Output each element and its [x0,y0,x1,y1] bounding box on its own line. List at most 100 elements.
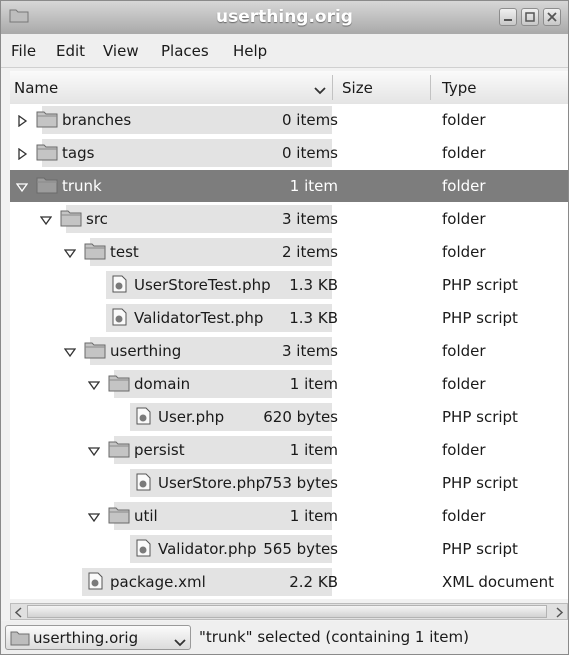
item-type: folder [442,441,486,459]
folder-row[interactable]: tags 0 items folder [10,137,568,169]
menu-bar: File Edit View Places Help [1,34,568,68]
item-size: 2 items [281,243,338,261]
item-size: 565 bytes [263,540,338,558]
item-type: folder [442,210,486,228]
item-size: 1.3 KB [289,309,338,327]
file-tree[interactable]: branches 0 items folder tags 0 items folder tr… [10,104,568,599]
file-row[interactable]: ValidatorTest.php 1.3 KB PHP script [10,302,568,334]
document-icon [132,407,154,425]
expander-expanded-icon[interactable] [87,377,101,391]
folder-icon [36,176,58,194]
document-icon [108,275,130,293]
menu-edit[interactable]: Edit [56,42,85,60]
item-type: PHP script [442,408,518,426]
item-type: PHP script [442,309,518,327]
item-type: folder [442,243,486,261]
folder-row[interactable]: userthing 3 items folder [10,335,568,367]
item-name[interactable]: UserStoreTest.php [134,276,271,294]
column-name-header[interactable]: Name [14,79,58,97]
item-type: PHP script [442,276,518,294]
location-button[interactable]: userthing.orig [5,625,191,650]
scroll-left-icon[interactable] [12,605,26,618]
item-name[interactable]: User.php [158,408,224,426]
folder-row[interactable]: branches 0 items folder [10,104,568,136]
item-name[interactable]: persist [134,441,185,459]
item-size: 3 items [281,210,338,228]
menu-places[interactable]: Places [161,42,209,60]
scroll-right-icon[interactable] [552,605,566,618]
item-type: XML document [442,573,555,591]
item-size: 753 bytes [263,474,338,492]
item-name[interactable]: domain [134,375,190,393]
location-label: userthing.orig [33,629,139,647]
column-separator[interactable] [332,75,333,100]
item-name[interactable]: src [86,210,108,228]
document-icon [132,539,154,557]
folder-row[interactable]: test 2 items folder [10,236,568,268]
item-name[interactable]: ValidatorTest.php [134,309,263,327]
file-row[interactable]: package.xml 2.2 KB XML document [10,566,568,598]
document-icon [132,473,154,491]
item-name[interactable]: trunk [62,177,102,195]
item-name[interactable]: branches [62,111,131,129]
expander-expanded-icon[interactable] [15,179,29,193]
column-size-header[interactable]: Size [342,79,373,97]
file-row[interactable]: Validator.php 565 bytes PHP script [10,533,568,565]
expander-expanded-icon[interactable] [39,212,53,226]
file-manager-window: userthing.orig File Edit View Places Hel… [0,0,569,655]
item-name[interactable]: Validator.php [158,540,257,558]
column-type-header[interactable]: Type [442,79,476,97]
folder-row[interactable]: trunk 1 item folder [10,170,568,202]
item-size: 1.3 KB [289,276,338,294]
sort-chevron-down-icon[interactable] [314,82,326,100]
folder-icon [84,242,106,260]
folder-row[interactable]: persist 1 item folder [10,434,568,466]
folder-row[interactable]: src 3 items folder [10,203,568,235]
maximize-button[interactable] [521,8,539,26]
window-title: userthing.orig [216,7,353,27]
item-size: 1 item [289,177,338,195]
item-name[interactable]: userthing [110,342,181,360]
horizontal-scrollbar[interactable] [10,603,568,620]
menu-file[interactable]: File [11,42,36,60]
minimize-button[interactable] [499,8,517,26]
item-name[interactable]: test [110,243,139,261]
item-name[interactable]: util [134,507,158,525]
item-type: PHP script [442,540,518,558]
menu-view[interactable]: View [103,42,139,60]
expander-expanded-icon[interactable] [63,344,77,358]
item-type: folder [442,111,486,129]
close-button[interactable] [543,8,561,26]
scrollbar-thumb[interactable] [27,605,547,618]
column-separator[interactable] [430,75,431,100]
folder-row[interactable]: util 1 item folder [10,500,568,532]
item-type: folder [442,375,486,393]
item-size: 2.2 KB [289,573,338,591]
item-size: 3 items [281,342,338,360]
file-row[interactable]: User.php 620 bytes PHP script [10,401,568,433]
folder-icon [36,110,58,128]
expander-collapsed-icon[interactable] [16,146,28,161]
file-row[interactable]: UserStore.php 753 bytes PHP script [10,467,568,499]
expander-expanded-icon[interactable] [87,509,101,523]
item-type: folder [442,507,486,525]
folder-icon [108,374,130,392]
expander-expanded-icon[interactable] [63,245,77,259]
expander-expanded-icon[interactable] [87,443,101,457]
expander-collapsed-icon[interactable] [16,113,28,128]
title-bar[interactable]: userthing.orig [1,1,568,34]
item-type: folder [442,144,486,162]
item-size: 620 bytes [263,408,338,426]
folder-icon [108,506,130,524]
file-row[interactable]: UserStoreTest.php 1.3 KB PHP script [10,269,568,301]
item-name[interactable]: tags [62,144,94,162]
item-size: 1 item [289,507,338,525]
item-type: PHP script [442,474,518,492]
item-name[interactable]: package.xml [110,573,206,591]
menu-help[interactable]: Help [233,42,267,60]
folder-row[interactable]: domain 1 item folder [10,368,568,400]
status-bar: userthing.orig "trunk" selected (contain… [1,621,568,654]
item-name[interactable]: UserStore.php [158,474,265,492]
folder-icon [10,630,30,650]
item-type: folder [442,342,486,360]
